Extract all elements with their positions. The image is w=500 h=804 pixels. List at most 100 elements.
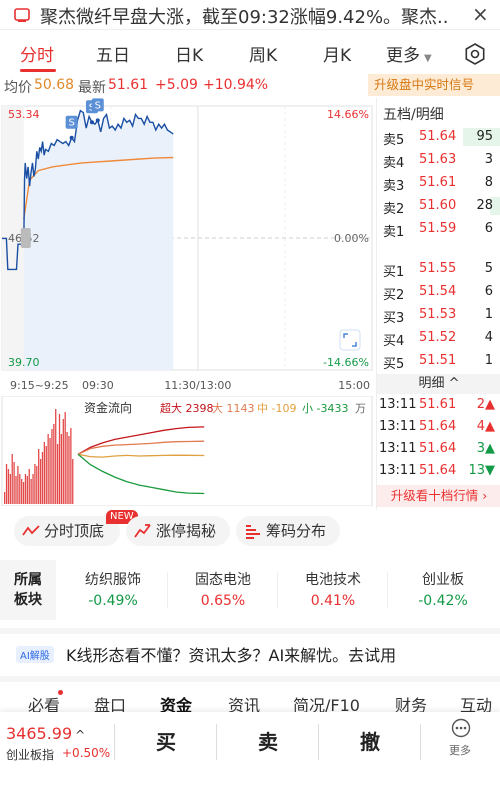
limit-up-reveal-button[interactable]: 涨停揭秘 [126,516,230,546]
tick-time: 13:11 [379,397,417,412]
level-volume: 5 [484,261,493,276]
bid-row[interactable]: 买3 51.53 1 [377,304,500,326]
buy-button[interactable]: 买 [156,726,176,755]
ask-row[interactable]: 卖2 51.60 28 [377,195,500,217]
tool-buttons: 分时顶底 NEW 涨停揭秘 筹码分布 [0,510,500,552]
y-tick-label: 39.70 [8,356,40,369]
ai-promo-text[interactable]: K线形态看不懂？资讯太多？AI来解忧。去试用 [66,642,396,666]
volume-bar [58,414,61,504]
index-arrow-icon: ^ [75,728,86,742]
ask-row[interactable]: 卖5 51.64 95 [377,126,500,148]
pan-handle[interactable] [20,228,31,248]
ai-promo[interactable]: AI解股 K线形态看不懂？资讯太多？AI来解忧。去试用 [0,628,500,668]
volume-bar [62,419,64,504]
volume-bar [53,424,55,504]
trend-icon [22,525,40,536]
x-tick-label: 11:30/13:00 [164,379,231,392]
volume-bar [9,474,11,504]
expand-icon[interactable] [339,329,361,351]
sector-item[interactable]: 固态电池 0.65% [168,560,278,620]
bid-row[interactable]: 买2 51.54 6 [377,281,500,303]
ask-row[interactable]: 卖4 51.63 3 [377,149,500,171]
volume-bar [38,449,40,504]
index-value-text: 3465.99 [6,724,73,743]
level-price: 51.60 [419,198,457,213]
detail-toggle[interactable]: 明细 ^ [377,374,500,394]
sector-item[interactable]: 创业板 -0.42% [388,560,498,620]
notification-dot [58,690,63,695]
volume-bar [28,469,30,504]
level-volume: 8 [484,175,493,190]
level-price: 51.55 [419,261,457,276]
avg-value: 50.68 [34,77,75,93]
tab-daily-k[interactable]: 日K [175,41,203,66]
change-value: +5.09 [155,77,198,93]
ask-row[interactable]: 卖1 51.59 6 [377,218,500,240]
order-book: 五档/明细 卖5 51.64 95 卖4 51.63 3 卖3 51.61 8 卖2 51.60 28… [376,98,500,510]
ask-row[interactable]: 卖3 51.61 8 [377,172,500,194]
upgrade-ten-levels-button[interactable]: 升级看十档行情 › [377,485,500,507]
level-volume: 1 [484,307,493,322]
level-volume: 1 [484,353,493,368]
tool-label: 涨停揭秘 [156,522,217,540]
gear-icon[interactable] [463,42,487,66]
level-volume: 3 [484,152,493,167]
detail-tabs: 必看 盘口 资金 资讯 简况/F10 财务 互动 [0,676,500,715]
volume-bar [55,409,57,504]
bid-row[interactable]: 买4 51.52 4 [377,327,500,349]
tab-five-day[interactable]: 五日 [96,41,130,66]
fund-flow-chart[interactable]: 资金流向 超大 2398大 1143 中 -109 小 -3433 万 [0,396,376,506]
tick-volume: 13▼ [468,463,495,478]
chip-distribution-icon [246,525,260,539]
news-ticker[interactable]: 聚杰微纤早盘大涨，截至09:32涨幅9.42%。聚杰... × [0,0,500,30]
news-icon [14,8,30,22]
chip-distribution-button[interactable]: 筹码分布 [236,516,340,546]
level-price: 51.59 [419,221,457,236]
index-value[interactable]: 3465.99 ^ [6,724,85,743]
index-name: 创业板指 [6,748,55,762]
tool-label: 分时顶底 [44,522,105,540]
volume-bar [36,466,38,504]
volume-bar [21,479,23,504]
tab-more[interactable]: 更多 ▼ [386,41,432,66]
order-book-header[interactable]: 五档/明细 [383,104,444,124]
fund-flow-title[interactable]: 资金流向 [84,400,132,415]
bid-row[interactable]: 买5 51.51 1 [377,350,500,372]
sector-label: 所属板块 [0,560,56,620]
volume-bar [56,444,59,504]
level-price: 51.53 [419,307,457,322]
chevron-down-icon: ▼ [424,53,432,64]
divider [420,724,421,760]
change-pct: +10.94% [203,77,269,93]
tick-row: 13:11 51.64 4▲ [377,416,500,438]
volume-bar [45,446,47,504]
intraday-top-bottom-button[interactable]: 分时顶底 NEW [14,510,138,546]
sector-name: 固态电池 [195,572,251,588]
intraday-chart[interactable]: SSS53.3446.5239.7014.66%0.00%-14.66%9:15… [0,98,376,394]
tab-weekly-k[interactable]: 周K [249,41,277,66]
y-pct-tick-label: -14.66% [323,356,369,369]
sell-button[interactable]: 卖 [258,726,278,755]
index-change: +0.50% [62,746,111,760]
divider [114,724,115,760]
upgrade-signal-button[interactable]: 升级盘中实时信号 [368,74,500,96]
volume-bar [11,454,13,504]
level-price: 51.52 [419,330,457,345]
sector-item[interactable]: 电池技术 0.41% [278,560,388,620]
legend-label: 小 -3433 [302,402,348,415]
tab-intraday[interactable]: 分时 [20,41,54,66]
news-text[interactable]: 聚杰微纤早盘大涨，截至09:32涨幅9.42%。聚杰... [40,3,450,29]
volume-bar [51,429,53,504]
tab-monthly-k[interactable]: 月K [323,41,351,66]
tick-time: 13:11 [379,463,417,478]
volume-bar [22,482,25,504]
close-icon[interactable]: × [472,2,489,26]
cancel-order-button[interactable]: 撤 [360,726,380,755]
sector-name: 电池技术 [305,572,361,588]
volume-bar [32,474,34,504]
more-icon[interactable] [451,718,471,738]
volume-bar [19,474,21,504]
volume-bar [24,474,27,504]
bid-row[interactable]: 买1 51.55 5 [377,258,500,280]
sector-item[interactable]: 纺织服饰 -0.49% [58,560,168,620]
